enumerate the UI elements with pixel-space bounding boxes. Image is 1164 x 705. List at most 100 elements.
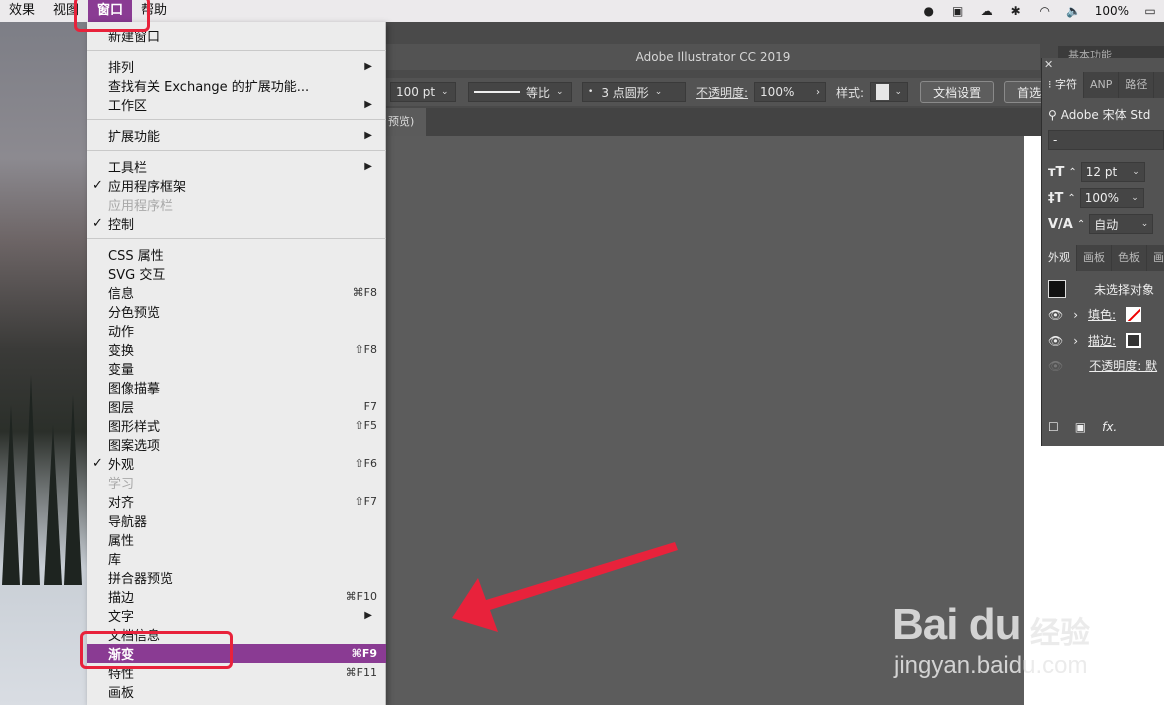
menu-item[interactable]: 工作区 ▶ — [87, 95, 386, 114]
opacity-input[interactable]: 100% › — [754, 82, 827, 102]
bluetooth-icon[interactable]: ✱ — [1008, 4, 1024, 18]
opacity-label[interactable]: 不透明度: 默 — [1089, 357, 1157, 374]
menu-item[interactable]: SVG 交互 — [87, 264, 386, 283]
menu-item[interactable]: 变量 — [87, 359, 386, 378]
character-panel-tabs: ⁝ 字符 ANP 路径 — [1042, 72, 1164, 98]
font-style-field[interactable]: - — [1048, 130, 1164, 150]
menu-separator — [87, 50, 386, 51]
menu-item-label: 属性 — [108, 534, 135, 549]
menu-item-label: 画板 — [108, 686, 135, 701]
chevron-down-icon: ⌄ — [556, 87, 564, 97]
status-icons: ● ▣ ☁ ✱ ◠ 🔈 100% ▭ — [921, 4, 1164, 18]
tab-anp[interactable]: ANP — [1084, 72, 1120, 98]
leading-row: ‡T ⌃ 100% ⌄ — [1048, 188, 1144, 208]
menu-item-shortcut: ⇧F7 — [354, 495, 377, 508]
cloud-icon[interactable]: ☁ — [979, 4, 995, 18]
fill-row[interactable]: 👁 › 填色: — [1048, 306, 1142, 323]
eye-icon[interactable]: 👁 — [1048, 359, 1063, 373]
menu-item-shortcut: ⌘F8 — [352, 286, 377, 299]
menu-item[interactable]: ✓ 外观 ⇧F6 — [87, 454, 386, 473]
menu-item[interactable]: 变换 ⇧F8 — [87, 340, 386, 359]
menu-separator — [87, 119, 386, 120]
menu-item[interactable]: 对齐 ⇧F7 — [87, 492, 386, 511]
menu-item[interactable]: 动作 — [87, 321, 386, 340]
menu-item[interactable]: 图形样式 ⇧F5 — [87, 416, 386, 435]
menu-item[interactable]: CSS 属性 — [87, 245, 386, 264]
menu-item[interactable]: 画板 — [87, 682, 386, 701]
menu-item[interactable]: 图像描摹 — [87, 378, 386, 397]
eye-icon[interactable]: 👁 — [1048, 308, 1063, 322]
opacity-row[interactable]: 👁 不透明度: 默 — [1048, 357, 1157, 374]
menu-item[interactable]: 拼合器预览 — [87, 568, 386, 587]
tab-artboards[interactable]: 画板 — [1077, 245, 1112, 271]
stepper-icon[interactable]: ⌃ — [1067, 193, 1075, 204]
menu-item[interactable]: 导航器 — [87, 511, 386, 530]
leading-field[interactable]: 100% ⌄ — [1079, 188, 1144, 208]
stroke-profile-select[interactable]: 等比 ⌄ — [468, 82, 572, 102]
document-tab[interactable]: 预览) — [386, 108, 426, 136]
menu-item[interactable]: 描边 ⌘F10 — [87, 587, 386, 606]
menu-item-label: 变量 — [108, 363, 135, 378]
stroke-label[interactable]: 描边: — [1088, 332, 1116, 349]
menu-item[interactable]: 文字 ▶ — [87, 606, 386, 625]
menu-item[interactable]: 图层 F7 — [87, 397, 386, 416]
stepper-icon[interactable]: ⌃ — [1068, 167, 1076, 178]
menu-item-label: 图案选项 — [108, 439, 161, 454]
tab-path[interactable]: 路径 — [1119, 72, 1155, 98]
volume-icon[interactable]: 🔈 — [1066, 4, 1082, 18]
menu-item-label: 变换 — [108, 344, 135, 359]
menu-item[interactable]: 分色预览 — [87, 302, 386, 321]
battery-percent: 100% — [1094, 4, 1129, 18]
stroke-swatch[interactable] — [1126, 333, 1142, 348]
desktop-wallpaper — [0, 22, 88, 705]
brush-dot-icon: • — [588, 87, 594, 97]
menu-item[interactable]: 属性 — [87, 530, 386, 549]
wallet-icon[interactable]: ▣ — [950, 4, 966, 18]
chevron-right-icon[interactable]: › — [1073, 334, 1078, 348]
tab-character[interactable]: ⁝ 字符 — [1042, 72, 1084, 98]
tab-swatches[interactable]: 色板 — [1112, 245, 1147, 271]
add-stroke-icon[interactable]: ☐ — [1048, 420, 1059, 434]
qq-icon[interactable]: ● — [921, 4, 937, 18]
menu-item-label: 动作 — [108, 325, 135, 340]
menu-item[interactable]: 图案选项 — [87, 435, 386, 454]
font-style-row[interactable]: - — [1048, 130, 1164, 150]
chevron-right-icon[interactable]: › — [1073, 308, 1078, 322]
menu-item[interactable]: ✓ 应用程序框架 — [87, 176, 386, 195]
battery-icon[interactable]: ▭ — [1142, 4, 1158, 18]
stroke-weight-select[interactable]: 100 pt ⌄ — [390, 82, 456, 102]
add-fill-icon[interactable]: ▣ — [1075, 420, 1086, 434]
fx-icon[interactable]: fx. — [1102, 420, 1117, 434]
style-select[interactable]: ⌄ — [870, 82, 909, 102]
menu-item[interactable]: ✓ 控制 — [87, 214, 386, 233]
tab-brushes[interactable]: 画笔 — [1147, 245, 1164, 271]
fill-none-swatch[interactable] — [1126, 307, 1142, 322]
brush-select[interactable]: • 3 点圆形 ⌄ — [582, 82, 686, 102]
font-family-row[interactable]: ⚲ Adobe 宋体 Std — [1048, 106, 1150, 123]
stepper-icon[interactable]: ⌃ — [1077, 219, 1085, 230]
menu-item[interactable]: 工具栏 ▶ — [87, 157, 386, 176]
menu-item-label: CSS 属性 — [108, 249, 164, 264]
eye-icon[interactable]: 👁 — [1048, 334, 1063, 348]
chevron-down-icon: ⌄ — [894, 87, 903, 97]
tracking-field[interactable]: 自动 ⌄ — [1089, 214, 1154, 234]
tab-appearance[interactable]: 外观 — [1042, 245, 1077, 271]
opacity-label[interactable]: 不透明度: — [696, 84, 748, 101]
menu-item[interactable]: 排列 ▶ — [87, 57, 386, 76]
menu-item[interactable]: 信息 ⌘F8 — [87, 283, 386, 302]
font-size-row: ᴛT ⌃ 12 pt ⌄ — [1048, 162, 1145, 182]
menu-item[interactable]: 扩展功能 ▶ — [87, 126, 386, 145]
close-icon[interactable]: ✕ — [1044, 58, 1053, 71]
appearance-header-row: 未选择对象 — [1048, 280, 1154, 298]
menu-effect[interactable]: 效果 — [0, 0, 44, 22]
fill-label[interactable]: 填色: — [1088, 306, 1116, 323]
stroke-row[interactable]: 👁 › 描边: — [1048, 332, 1142, 349]
chevron-right-icon: › — [816, 86, 821, 98]
font-size-field[interactable]: 12 pt ⌄ — [1080, 162, 1145, 182]
document-setup-button[interactable]: 文档设置 — [920, 81, 995, 103]
wifi-icon[interactable]: ◠ — [1037, 4, 1053, 18]
menu-item[interactable]: 查找有关 Exchange 的扩展功能... — [87, 76, 386, 95]
menu-item[interactable]: 库 — [87, 549, 386, 568]
mac-menu-bar: 效果 视图 窗口 帮助 ● ▣ ☁ ✱ ◠ 🔈 100% ▭ — [0, 0, 1164, 22]
checkmark-icon: ✓ — [92, 456, 103, 471]
